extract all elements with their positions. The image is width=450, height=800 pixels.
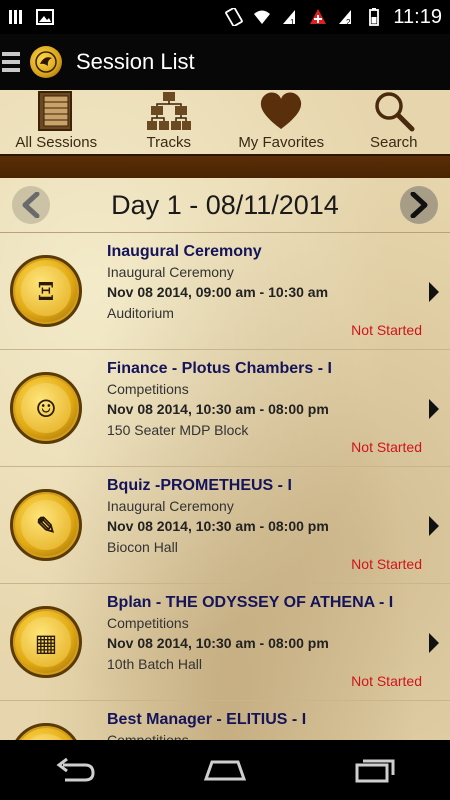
session-time: Nov 08 2014, 09:00 am - 10:30 am — [107, 284, 329, 300]
session-title: Best Manager - ELITIUS - I — [107, 711, 307, 728]
magnifier-icon — [375, 92, 415, 132]
system-navigation-bar — [0, 740, 450, 800]
status-badge: Not Started — [351, 439, 422, 455]
session-type: Inaugural Ceremony — [107, 264, 234, 280]
session-type: Competitions — [107, 615, 189, 631]
page-title: Session List — [76, 49, 195, 74]
app-logo[interactable] — [30, 46, 62, 78]
session-medal-image: ▦ — [10, 606, 82, 678]
session-medal-image: Ξ — [10, 255, 82, 327]
session-list: Ξ Inaugural Ceremony Inaugural Ceremony … — [0, 233, 450, 740]
session-type: Competitions — [107, 732, 189, 740]
list-item[interactable]: ✎ Bquiz -PROMETHEUS - I Inaugural Ceremo… — [0, 467, 450, 584]
session-type: Inaugural Ceremony — [107, 498, 234, 514]
rotate-icon — [225, 8, 244, 26]
list-item[interactable]: ▦ Bplan - THE ODYSSEY OF ATHENA - I Comp… — [0, 584, 450, 701]
back-arrow-icon — [56, 757, 95, 782]
play-arrow-icon — [429, 516, 439, 536]
session-medal-image: ☺ — [10, 372, 82, 444]
session-time: Nov 08 2014, 10:30 am - 08:00 pm — [107, 635, 329, 651]
sim2-icon: 2 — [339, 10, 352, 26]
list-item[interactable]: Ξ Inaugural Ceremony Inaugural Ceremony … — [0, 233, 450, 350]
bars-icon — [9, 10, 22, 24]
session-time: Nov 08 2014, 10:30 am - 08:00 pm — [107, 518, 329, 534]
battery-icon — [369, 8, 380, 26]
session-medal-image: ♛ — [10, 723, 82, 740]
hamburger-menu-icon[interactable] — [2, 50, 20, 74]
list-item[interactable]: ♛ Best Manager - ELITIUS - I Competition… — [0, 701, 450, 740]
play-arrow-icon — [429, 633, 439, 653]
svg-text:2: 2 — [346, 18, 351, 26]
back-button[interactable] — [45, 750, 105, 790]
session-type: Competitions — [107, 381, 189, 397]
status-time: 11:19 — [393, 5, 442, 28]
session-venue: 150 Seater MDP Block — [107, 422, 249, 438]
session-title: Finance - Plotus Chambers - I — [107, 360, 332, 377]
status-bar: 1 2 11:19 — [0, 0, 450, 34]
image-icon — [36, 9, 54, 25]
play-arrow-icon — [429, 399, 439, 419]
tab-all-sessions[interactable]: All Sessions — [6, 90, 106, 151]
tab-my-favorites-label: My Favorites — [238, 134, 325, 151]
home-icon — [203, 760, 247, 781]
tab-my-favorites[interactable]: My Favorites — [231, 90, 331, 151]
day-navigator: Day 1 - 08/11/2014 — [0, 178, 450, 233]
action-bar: Session List — [0, 34, 450, 90]
status-badge: Not Started — [351, 556, 422, 572]
session-title: Bquiz -PROMETHEUS - I — [107, 477, 292, 494]
session-time: Nov 08 2014, 10:30 am - 08:00 pm — [107, 401, 329, 417]
next-day-button[interactable] — [400, 186, 438, 224]
book-icon — [38, 91, 73, 131]
list-item[interactable]: ☺ Finance - Plotus Chambers - I Competit… — [0, 350, 450, 467]
previous-day-button[interactable] — [12, 186, 50, 224]
svg-text:1: 1 — [290, 18, 295, 26]
status-badge: Not Started — [351, 322, 422, 338]
chevron-right-icon — [410, 192, 428, 218]
sim1-icon: 1 — [283, 10, 296, 26]
tab-search[interactable]: Search — [344, 90, 444, 151]
tab-bar: All Sessions Tracks My Favorites Search — [0, 90, 450, 154]
day-title: Day 1 - 08/11/2014 — [111, 189, 339, 220]
session-venue: 10th Batch Hall — [107, 656, 202, 672]
session-venue: Biocon Hall — [107, 539, 178, 555]
content-area: All Sessions Tracks My Favorites Search … — [0, 90, 450, 740]
heart-icon — [261, 92, 302, 129]
session-title: Inaugural Ceremony — [107, 243, 262, 260]
wifi-icon — [254, 10, 271, 24]
recent-apps-button[interactable] — [345, 750, 405, 790]
home-button[interactable] — [195, 750, 255, 790]
session-medal-image: ✎ — [10, 489, 82, 561]
play-arrow-icon — [429, 282, 439, 302]
hierarchy-icon — [146, 92, 191, 130]
tab-tracks[interactable]: Tracks — [119, 90, 219, 151]
recent-apps-icon — [355, 759, 395, 783]
session-venue: Auditorium — [107, 305, 174, 321]
divider-bar — [0, 154, 450, 178]
tab-search-label: Search — [369, 134, 418, 151]
tab-tracks-label: Tracks — [146, 134, 191, 151]
swiss-flag-icon — [310, 9, 327, 24]
session-title: Bplan - THE ODYSSEY OF ATHENA - I — [107, 594, 394, 611]
status-badge: Not Started — [351, 673, 422, 689]
chevron-left-icon — [22, 192, 40, 218]
tab-all-sessions-label: All Sessions — [15, 134, 98, 151]
